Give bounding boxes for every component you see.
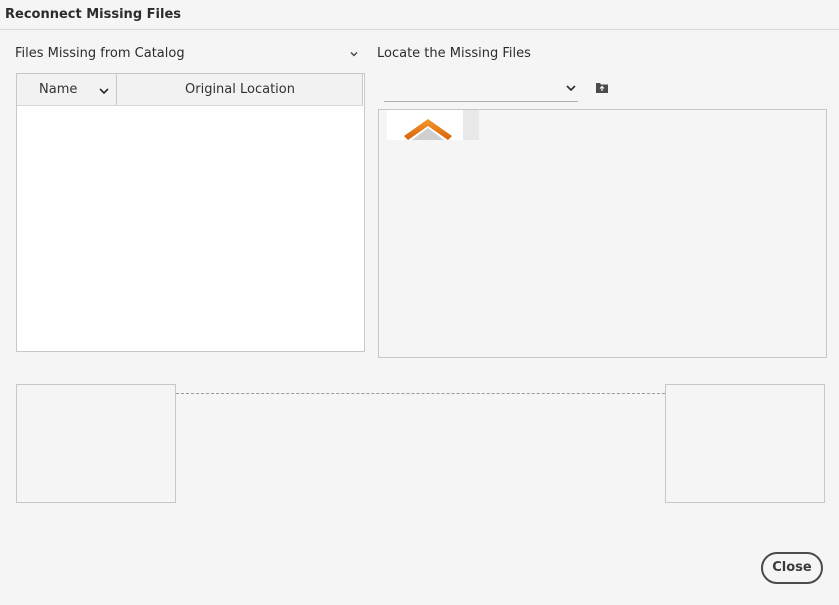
locate-files-heading: Locate the Missing Files (377, 46, 531, 61)
column-header-original-location-label: Original Location (185, 82, 295, 97)
chevron-down-icon[interactable] (348, 48, 360, 60)
dialog-title: Reconnect Missing Files (5, 7, 181, 22)
missing-files-table[interactable]: Name Original Location (16, 73, 365, 352)
table-header: Name Original Location (17, 74, 363, 106)
column-header-original-location[interactable]: Original Location (117, 74, 363, 105)
column-header-name-label: Name (39, 82, 78, 97)
chevron-down-icon[interactable] (565, 82, 577, 94)
chevron-down-icon[interactable] (98, 85, 110, 97)
folder-select[interactable] (384, 77, 578, 102)
column-header-name[interactable]: Name (17, 74, 117, 105)
missing-files-heading: Files Missing from Catalog (15, 46, 185, 61)
located-file-preview (665, 384, 825, 503)
folder-icon[interactable] (595, 81, 609, 94)
folder-up-icon (404, 119, 452, 140)
close-button[interactable]: Close (761, 552, 823, 584)
missing-file-preview (16, 384, 176, 503)
preview-connector-line (176, 393, 665, 394)
folder-browser-pane[interactable] (378, 109, 827, 358)
thumbnail-scrollbar[interactable] (463, 110, 479, 140)
folder-thumbnail[interactable] (387, 110, 471, 140)
